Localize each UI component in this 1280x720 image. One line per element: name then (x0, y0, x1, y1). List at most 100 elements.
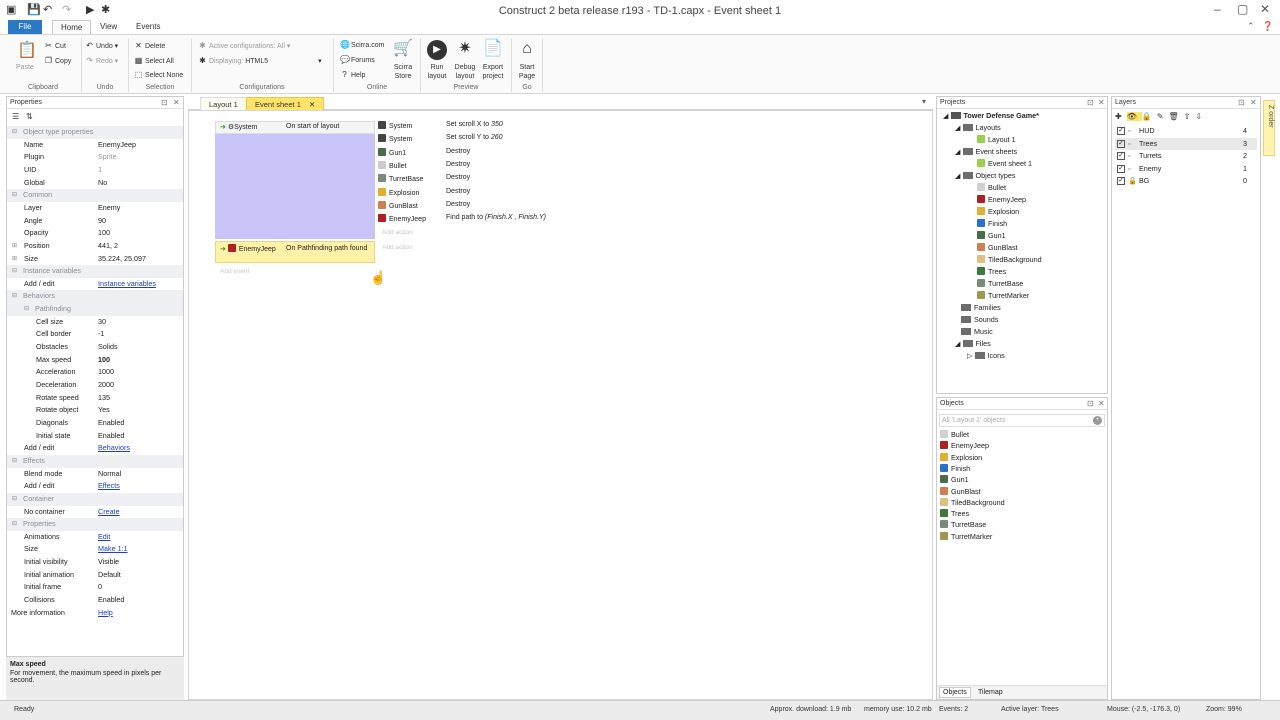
object-list-item[interactable]: TiledBackground (940, 497, 1005, 508)
property-row[interactable]: Initial frame 0 (7, 581, 183, 594)
layer-row[interactable]: ✓ ▫ Turrets 2 (1115, 150, 1257, 163)
unlock-icon[interactable]: ▫ (1128, 125, 1131, 137)
property-row[interactable]: Initial visibility Visible (7, 556, 183, 569)
action-text[interactable]: Destroy (446, 161, 470, 168)
tree-object-type[interactable]: TurretMarker (977, 290, 1029, 301)
store-button[interactable]: Scirra Store (388, 63, 418, 81)
property-row[interactable]: Size Make 1:1 (7, 543, 183, 556)
object-list-item[interactable]: Explosion (940, 452, 982, 463)
tree-object-type[interactable]: TurretBase (977, 278, 1023, 289)
folder-object-types[interactable]: ◢ Object types (955, 170, 1015, 181)
add-action-link[interactable]: Add action (382, 229, 413, 236)
categorized-icon[interactable]: ☰ (12, 112, 19, 121)
export-icon[interactable]: 📄 (483, 39, 503, 59)
tree-object-type[interactable]: Trees (977, 266, 1006, 277)
move-down-icon[interactable]: ⇩ (1195, 112, 1207, 121)
collapse-icon[interactable]: ⊟ (12, 189, 17, 201)
close-pane-icon[interactable]: ✕ (1098, 399, 1105, 408)
object-list-item[interactable]: TurretBase (940, 519, 986, 530)
layer-row[interactable]: ✓ ▫ HUD 4 (1115, 125, 1257, 138)
sort-az-icon[interactable]: ⇅ (26, 112, 33, 121)
property-row[interactable]: Add / edit Behaviors (7, 442, 183, 455)
property-category[interactable]: ⊟ Container (7, 492, 183, 506)
objects-filter-input[interactable]: All 'Layout 1' objects + (939, 414, 1105, 427)
move-up-icon[interactable]: ⇧ (1184, 112, 1196, 121)
property-row[interactable]: Cell border -1 (7, 328, 183, 341)
lock-icon[interactable]: 🔒 (1128, 175, 1137, 187)
property-row[interactable]: ⊞ Position 441, 2 (7, 240, 183, 253)
add-action-link-2[interactable]: Add action (382, 244, 413, 251)
collapse-icon[interactable]: ⊟ (12, 493, 17, 505)
event-1-block[interactable] (215, 121, 375, 239)
action-object[interactable]: Explosion (378, 187, 419, 197)
lock-icon[interactable]: 🔒 (1142, 112, 1157, 121)
event-sheet[interactable]: ➜ ⚙System On start of layout System Set s… (188, 110, 933, 700)
active-configurations-dropdown[interactable]: ✱ Active configurations: All ▾ (198, 41, 290, 50)
action-text[interactable]: Destroy (446, 174, 470, 181)
debug-icon[interactable]: ✷ (455, 39, 475, 59)
property-row[interactable]: Add / edit Effects (7, 480, 183, 493)
tree-object-type[interactable]: Finish (977, 218, 1007, 229)
object-list-item[interactable]: Bullet (940, 429, 969, 440)
tab-home[interactable]: Home (52, 20, 92, 34)
help-link[interactable]: ? Help (340, 70, 365, 79)
tab-events[interactable]: Events (128, 20, 168, 34)
property-row[interactable]: Acceleration 1000 (7, 366, 183, 379)
tab-objects[interactable]: Objects (939, 687, 971, 698)
layer-row[interactable]: ✓ ▫ Trees 3 (1115, 137, 1257, 151)
close-pane-icon[interactable]: ✕ (1250, 98, 1257, 107)
action-text[interactable]: Set scroll Y to 260 (446, 134, 503, 141)
action-object[interactable]: EnemyJeep (378, 214, 426, 223)
property-row[interactable]: Name EnemyJeep (7, 139, 183, 152)
property-row[interactable]: Plugin Sprite (7, 151, 183, 164)
close-pane-icon[interactable]: ✕ (1098, 98, 1105, 107)
property-row[interactable]: Animations Edit (7, 531, 183, 544)
pin-icon[interactable]: ⊡ (1238, 98, 1245, 107)
collapse-icon[interactable]: ⊟ (24, 303, 29, 315)
property-row[interactable]: Collisions Enabled (7, 594, 183, 607)
layer-visible-checkbox[interactable]: ✓ (1117, 164, 1125, 173)
property-category[interactable]: ⊟ Common (7, 189, 183, 202)
tree-event-sheet-1[interactable]: Event sheet 1 (977, 158, 1032, 169)
start-page-button[interactable]: Start Page (514, 63, 540, 81)
property-category[interactable]: ⊟ Pathfinding (7, 303, 183, 316)
property-category[interactable]: ⊟ Instance variables (7, 265, 183, 278)
redo-button[interactable]: ↷ Redo ▾ (85, 56, 118, 65)
action-object[interactable]: TurretBase (378, 174, 423, 183)
delete-button[interactable]: ✕ Delete (134, 41, 165, 50)
unlock-icon[interactable]: ▫ (1128, 150, 1131, 162)
displaying-dropdown[interactable]: ✱ Displaying: HTML5 ▾ (198, 56, 321, 65)
export-project-button[interactable]: Export project (479, 63, 507, 81)
collapse-icon[interactable]: ⊟ (12, 126, 17, 138)
copy-button[interactable]: ❐ Copy (44, 56, 71, 65)
property-row[interactable]: Blend mode Normal (7, 468, 183, 481)
tree-object-type[interactable]: Gun1 (977, 230, 1006, 241)
tab-file[interactable]: File (8, 20, 42, 34)
action-text[interactable]: Set scroll X to 350 (446, 121, 503, 128)
filter-icon[interactable]: + (1093, 416, 1102, 425)
object-list-item[interactable]: Gun1 (940, 474, 969, 485)
property-row[interactable]: Diagonals Enabled (7, 417, 183, 430)
tree-layout-1[interactable]: Layout 1 (977, 134, 1016, 145)
pin-icon[interactable]: ⊡ (1087, 98, 1094, 107)
tree-object-type[interactable]: GunBlast (977, 242, 1018, 253)
paste-button[interactable]: Paste (16, 63, 34, 72)
expand-icon[interactable]: ⊞ (12, 253, 17, 265)
layer-row[interactable]: ✓ 🔒 BG 0 (1115, 175, 1257, 188)
layer-visible-checkbox[interactable]: ✓ (1117, 177, 1125, 186)
tab-layout-1[interactable]: Layout 1 (200, 97, 247, 110)
property-category[interactable]: ⊟ Behaviors (7, 290, 183, 304)
event-1-object[interactable]: ➜ ⚙System (220, 123, 257, 131)
property-row[interactable]: Initial state Enabled (7, 430, 183, 443)
property-row[interactable]: Layer Enemy (7, 202, 183, 215)
property-row[interactable]: Add / edit Instance variables (7, 278, 183, 291)
action-object[interactable]: System (378, 121, 412, 130)
folder-event-sheets[interactable]: ◢ Event sheets (955, 146, 1017, 157)
add-layer-icon[interactable]: ✚ (1115, 112, 1127, 121)
tree-object-type[interactable]: Bullet (977, 182, 1006, 193)
collapse-icon[interactable]: ⊟ (12, 455, 17, 467)
object-list-item[interactable]: GunBlast (940, 486, 981, 497)
add-event-link[interactable]: Add event (220, 268, 249, 275)
layer-visible-checkbox[interactable]: ✓ (1117, 139, 1125, 148)
home-icon[interactable]: ⌂ (517, 39, 537, 59)
